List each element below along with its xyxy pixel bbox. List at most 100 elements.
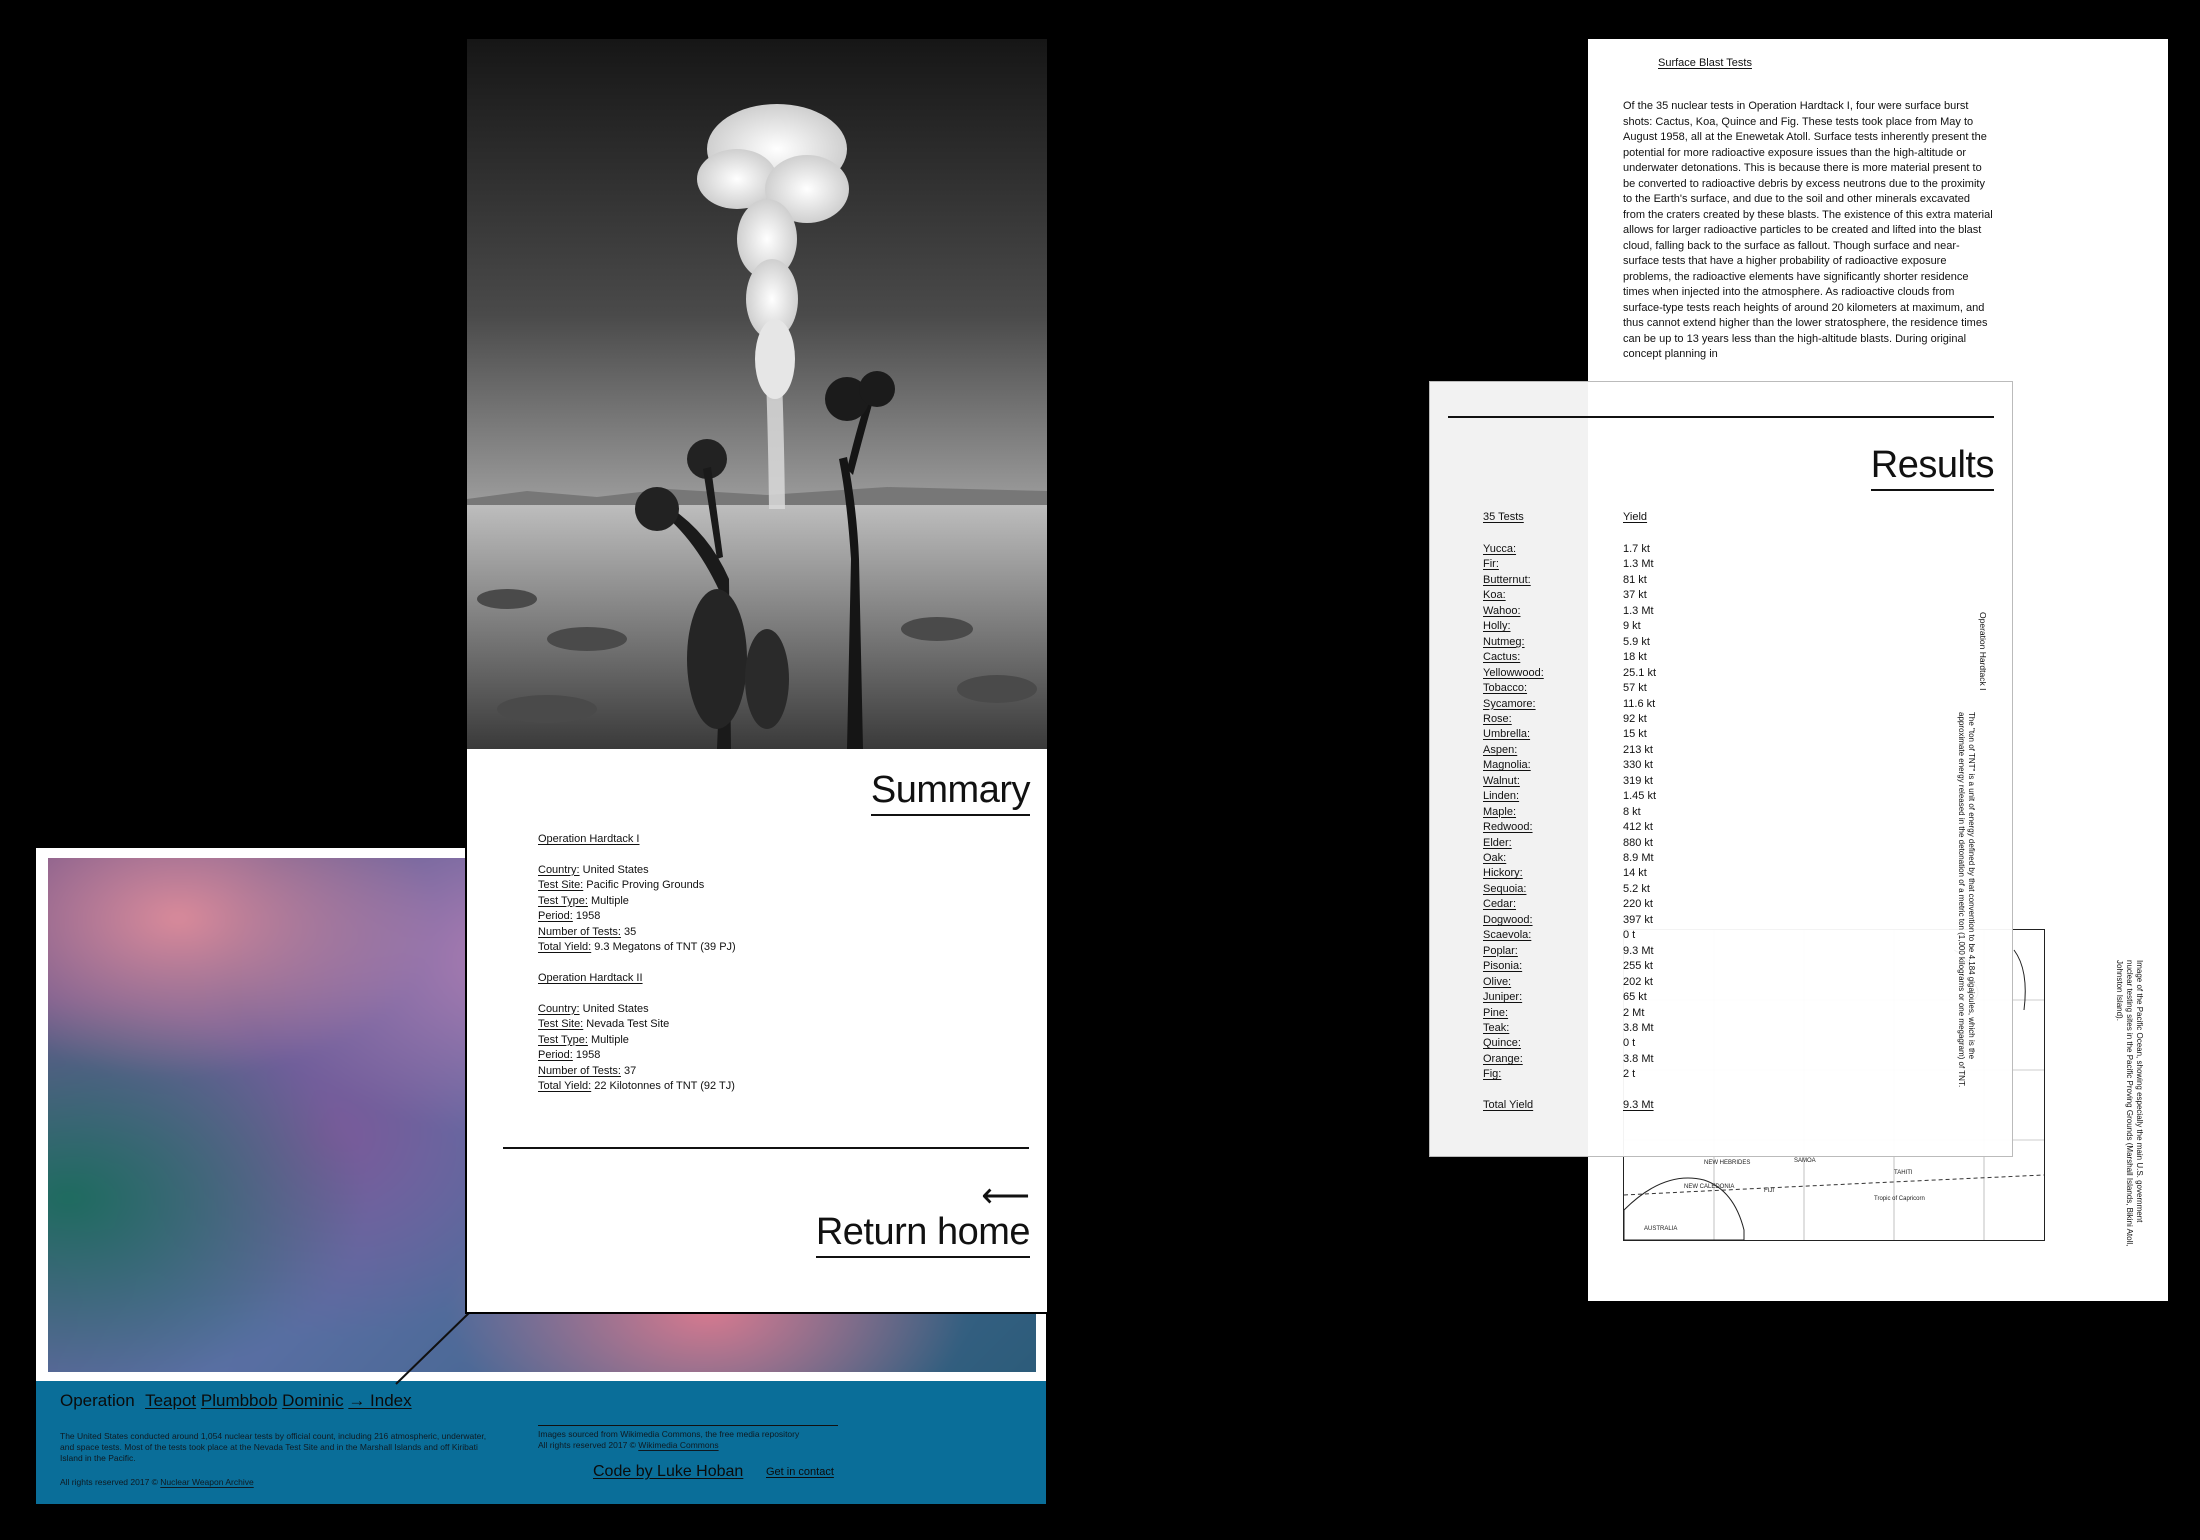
footer-divider <box>538 1425 838 1426</box>
results-rule <box>1448 416 1994 418</box>
nuclear-weapon-archive-link[interactable]: Nuclear Weapon Archive <box>160 1477 253 1487</box>
map-caption: Image of the Pacific Ocean, showing espe… <box>2115 960 2144 1247</box>
test-name: Hickory: <box>1483 867 1523 880</box>
test-yield: 81 kt <box>1623 573 1647 586</box>
summary-op-2: Operation Hardtack II Country: United St… <box>538 971 858 1095</box>
test-yield: 1.3 Mt <box>1623 604 1654 617</box>
test-name: Tobacco: <box>1483 682 1528 695</box>
test-yield: 220 kt <box>1623 898 1653 911</box>
test-name: Poplar: <box>1483 944 1518 957</box>
map-label: NEW CALEDONIA <box>1684 1184 1734 1190</box>
test-name: Juniper: <box>1483 991 1523 1004</box>
op-1-field: Test Site: Pacific Proving Grounds <box>538 878 858 894</box>
nav-index-link[interactable]: → Index <box>348 1391 411 1410</box>
test-yield: 412 kt <box>1623 821 1653 834</box>
field-value: 22 Kilotonnes of TNT (92 TJ) <box>591 1080 735 1092</box>
test-yield: 18 kt <box>1623 651 1647 664</box>
test-yield: 15 kt <box>1623 728 1647 741</box>
op-1-field: Test Type: Multiple <box>538 894 858 910</box>
test-yield: 8 kt <box>1623 805 1641 818</box>
photo-illustration <box>467 39 1047 749</box>
test-name: Pine: <box>1483 1006 1509 1019</box>
desert-blast-photo <box>467 39 1047 749</box>
test-name: Umbrella: <box>1483 728 1531 741</box>
test-name: Butternut: <box>1483 573 1531 586</box>
get-in-contact-link[interactable]: Get in contact <box>766 1466 834 1478</box>
field-value: Multiple <box>587 1033 629 1046</box>
code-by-link[interactable]: Code by Luke Hoban <box>593 1463 743 1480</box>
test-yield: 2 Mt <box>1623 1006 1645 1019</box>
col-yield-header: Yield <box>1623 511 1648 523</box>
summary-card: Summary Operation Hardtack I Country: Un… <box>467 39 1047 1312</box>
test-name: Pisonia: <box>1483 960 1523 973</box>
nav-dominic-link[interactable]: Dominic <box>282 1391 343 1410</box>
test-yield: 397 kt <box>1623 913 1653 926</box>
doc-heading: Surface Blast Tests <box>1658 57 1752 69</box>
op-1-field: Country: United States <box>538 863 858 879</box>
total-yield-label: Total Yield <box>1483 1099 1534 1111</box>
field-label: Total Yield: <box>538 1080 592 1092</box>
test-name: Fig: <box>1483 1068 1502 1081</box>
field-label: Test Site: <box>538 879 584 891</box>
test-yield: 3.8 Mt <box>1623 1052 1654 1065</box>
test-yield: 319 kt <box>1623 774 1653 787</box>
test-yield: 11.6 kt <box>1623 697 1656 710</box>
field-value: Nevada Test Site <box>583 1018 670 1030</box>
test-name: Orange: <box>1483 1052 1523 1065</box>
op-2-field: Country: United States <box>538 1002 858 1018</box>
op-2-field: Number of Tests: 37 <box>538 1064 858 1080</box>
test-name: Fir: <box>1483 558 1499 571</box>
test-name: Holly: <box>1483 620 1511 633</box>
map-label: Tropic of Capricorn <box>1874 1196 1925 1202</box>
images-source-text: Images sourced from Wikimedia Commons, t… <box>538 1429 800 1439</box>
op-1-field: Total Yield: 9.3 Megatons of TNT (39 PJ) <box>538 940 858 956</box>
field-label: Country: <box>538 863 580 876</box>
field-label: Test Type: <box>538 894 588 907</box>
test-name: Sequoia: <box>1483 882 1527 895</box>
nav-operation-label: Operation <box>60 1391 135 1410</box>
test-yield: 1.3 Mt <box>1623 558 1654 571</box>
test-yield: 202 kt <box>1623 975 1653 988</box>
nav-plumbbob-link[interactable]: Plumbbob <box>201 1391 278 1410</box>
connector-line <box>395 1311 471 1385</box>
footer-images-credit: Images sourced from Wikimedia Commons, t… <box>538 1429 858 1451</box>
test-name: Cactus: <box>1483 651 1521 664</box>
footer-rights-prefix: All rights reserved 2017 © <box>60 1477 161 1487</box>
field-value: 1958 <box>572 1049 601 1061</box>
test-yield: 8.9 Mt <box>1623 852 1654 864</box>
test-name: Maple: <box>1483 805 1517 818</box>
op-2-title: Operation Hardtack II <box>538 972 643 984</box>
map-label: FIJI <box>1764 1188 1774 1194</box>
field-label: Period: <box>538 910 573 922</box>
field-label: Test Site: <box>538 1018 584 1030</box>
test-name: Wahoo: <box>1483 604 1521 617</box>
test-yield: 880 kt <box>1623 836 1653 849</box>
field-label: Test Type: <box>538 1033 588 1046</box>
field-value: 37 <box>620 1064 637 1077</box>
test-name: Aspen: <box>1483 743 1518 756</box>
return-home-link[interactable]: Return home <box>815 1211 1031 1258</box>
return-arrow-icon[interactable]: ⟵ <box>981 1179 1030 1213</box>
test-yield: 14 kt <box>1623 867 1647 880</box>
map-label: NEW HEBRIDES <box>1704 1160 1750 1166</box>
nav-teapot-link[interactable]: Teapot <box>145 1391 196 1410</box>
field-label: Country: <box>538 1002 580 1015</box>
op-2-field: Test Type: Multiple <box>538 1033 858 1049</box>
operation-nav: Operation Teapot Plumbbob Dominic → Inde… <box>60 1391 412 1411</box>
test-yield: 330 kt <box>1623 759 1653 772</box>
results-side-note: The "ton of TNT" is a unit of energy def… <box>1957 712 1976 1088</box>
test-yield: 9.3 Mt <box>1623 944 1654 957</box>
test-name: Teak: <box>1483 1021 1510 1034</box>
footer-rights: All rights reserved 2017 © Nuclear Weapo… <box>60 1477 254 1488</box>
test-yield: 9 kt <box>1623 620 1641 633</box>
wikimedia-commons-link[interactable]: Wikimedia Commons <box>638 1440 718 1450</box>
test-name: Redwood: <box>1483 821 1533 834</box>
test-yield: 5.9 kt <box>1623 635 1650 648</box>
test-name: Oak: <box>1483 852 1507 864</box>
test-name: Nutmeg: <box>1483 635 1525 648</box>
test-yield: 0 t <box>1623 929 1636 942</box>
test-name: Walnut: <box>1483 774 1520 787</box>
test-yield: 0 t <box>1623 1037 1636 1050</box>
test-name: Olive: <box>1483 975 1512 988</box>
test-name: Sycamore: <box>1483 697 1536 710</box>
